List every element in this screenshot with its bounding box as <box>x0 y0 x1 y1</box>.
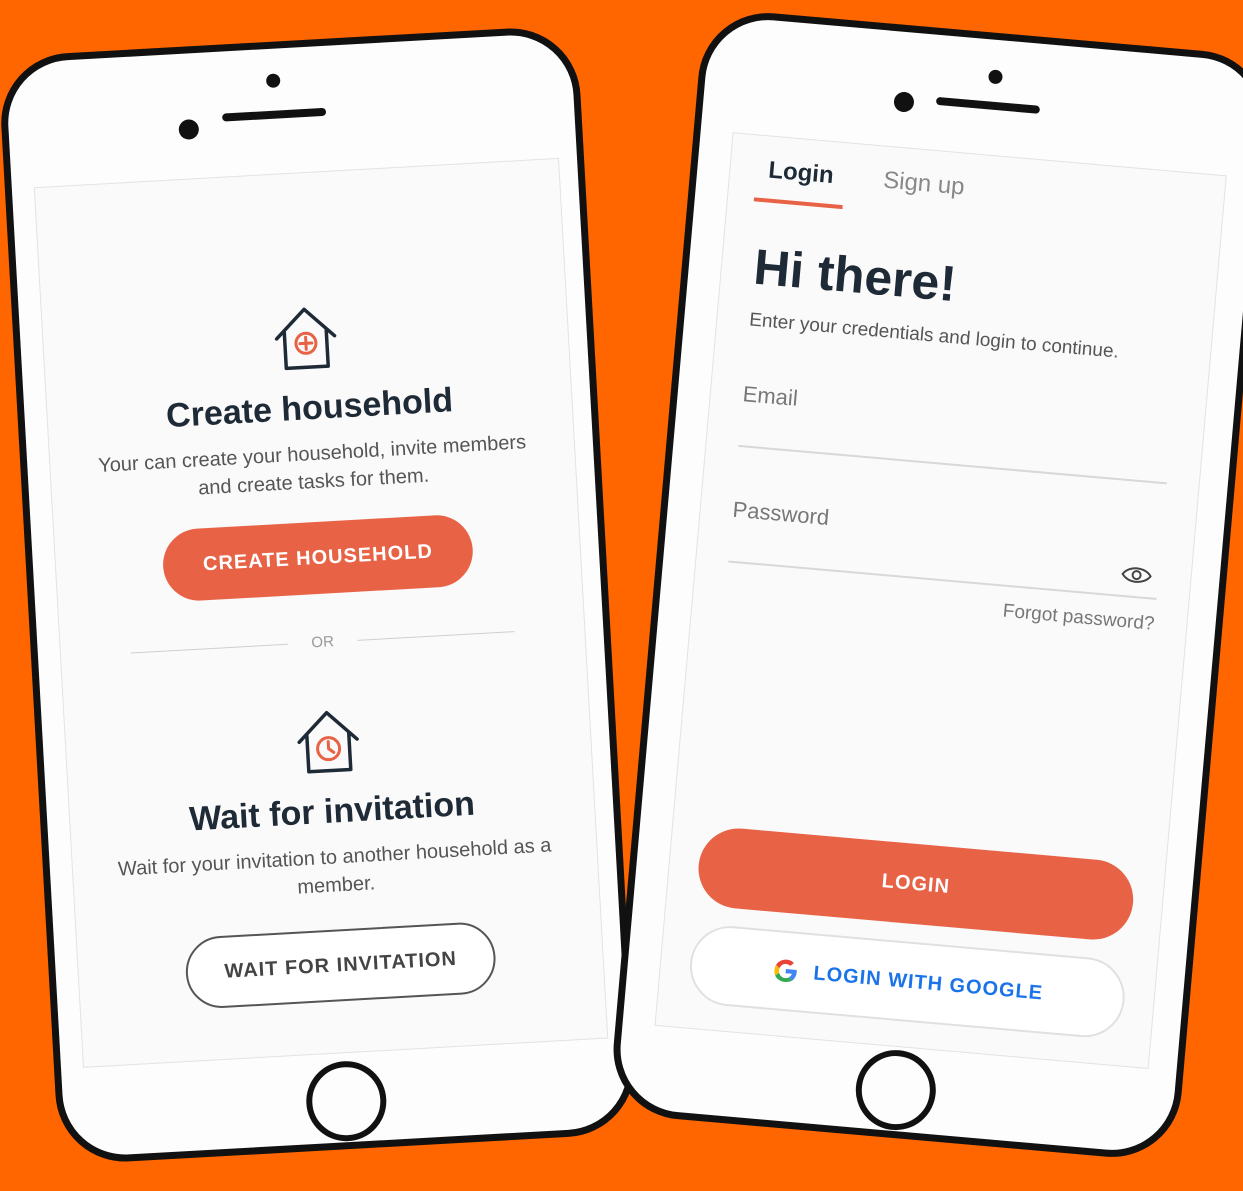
create-household-section: Create household Your can create your ho… <box>42 287 582 609</box>
divider-line-left <box>130 643 288 654</box>
earpiece-speaker <box>221 107 327 122</box>
eye-icon[interactable] <box>1120 563 1154 588</box>
home-button[interactable] <box>304 1059 389 1144</box>
create-household-button[interactable]: CREATE HOUSEHOLD <box>161 513 475 603</box>
password-input[interactable] <box>731 482 1114 556</box>
login-button[interactable]: LOGIN <box>695 825 1137 943</box>
wait-invitation-description: Wait for your invitation to another hous… <box>117 834 552 899</box>
camera-dot <box>178 118 200 141</box>
tab-sign-up[interactable]: Sign up <box>869 166 978 221</box>
login-with-google-button[interactable]: LOGIN WITH GOOGLE <box>686 922 1128 1041</box>
front-camera <box>987 69 1004 85</box>
wait-invitation-button[interactable]: WAIT FOR INVITATION <box>183 920 498 1010</box>
divider-line-right <box>357 631 515 641</box>
earpiece-speaker <box>935 96 1041 114</box>
household-screen: Create household Your can create your ho… <box>33 157 609 1068</box>
or-label: OR <box>310 633 335 652</box>
google-g-icon <box>774 959 797 983</box>
auth-tabs: Login Sign up <box>753 155 1224 242</box>
tab-login[interactable]: Login <box>753 155 847 210</box>
camera-dot <box>893 91 915 113</box>
house-plus-icon <box>274 307 337 371</box>
house-clock-icon <box>297 710 359 774</box>
email-input[interactable] <box>741 367 1124 441</box>
create-household-description: Your can create your household, invite m… <box>97 431 527 500</box>
email-field <box>738 367 1174 485</box>
wait-invitation-section: Wait for invitation Wait for your invita… <box>65 690 605 1016</box>
phone-household: Create household Your can create your ho… <box>0 24 639 1166</box>
login-screen: Login Sign up Hi there! Enter your crede… <box>654 132 1227 1070</box>
home-button[interactable] <box>852 1046 940 1134</box>
login-with-google-label: LOGIN WITH GOOGLE <box>812 961 1044 1004</box>
or-divider: OR <box>130 623 515 661</box>
phone-login: Login Sign up Hi there! Enter your crede… <box>607 7 1243 1163</box>
front-camera <box>265 73 281 89</box>
